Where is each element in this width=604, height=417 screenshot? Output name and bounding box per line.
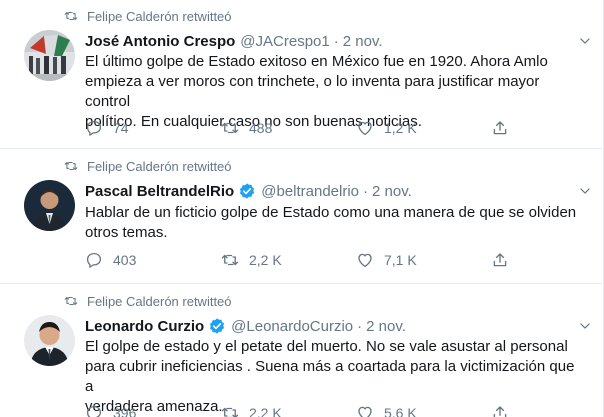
separator-dot: ·: [333, 32, 339, 50]
tweet-timestamp[interactable]: 2 nov.: [372, 183, 412, 200]
retweet-icon: [63, 9, 79, 23]
separator-dot: ·: [363, 182, 369, 200]
reply-button[interactable]: 74: [85, 118, 129, 138]
author-name[interactable]: Leonardo Curzio: [85, 318, 204, 335]
author-handle[interactable]: @LeonardoCurzio: [231, 318, 353, 335]
tweet-text-line: para cubrir ineficiencias . Suena más a …: [85, 358, 575, 395]
tweet-text: Hablar de un ficticio golpe de Estado co…: [85, 203, 585, 243]
like-count: 1,2 K: [384, 120, 417, 136]
like-icon: [356, 119, 374, 137]
reply-button[interactable]: 396: [85, 403, 136, 417]
like-button[interactable]: 5,6 K: [356, 403, 417, 417]
tweet-text-line: otros temas.: [85, 224, 168, 241]
retweet-count: 2,2 K: [249, 252, 282, 268]
verified-badge-icon: [238, 182, 256, 200]
share-button[interactable]: [491, 118, 519, 138]
share-button[interactable]: [491, 250, 519, 270]
author-name[interactable]: José Antonio Crespo: [85, 33, 235, 50]
retweeted-by-label[interactable]: Felipe Calderón retwitteó: [87, 9, 232, 24]
reply-icon: [85, 251, 103, 269]
author-name[interactable]: Pascal BeltrandelRio: [85, 183, 234, 200]
retweet-icon: [221, 251, 239, 269]
verified-badge-icon: [208, 317, 226, 335]
like-count: 5,6 K: [384, 405, 417, 417]
tweet-actions: 74 488 1,2 K: [85, 118, 515, 138]
share-icon: [491, 404, 509, 417]
retweet-button[interactable]: 488: [221, 118, 272, 138]
chevron-down-icon[interactable]: [578, 184, 592, 198]
retweet-context[interactable]: Felipe Calderón retwitteó: [63, 293, 232, 309]
chevron-down-icon[interactable]: [578, 34, 592, 48]
tweet-header: José Antonio Crespo @JACrespo1 · 2 nov.: [85, 31, 382, 51]
avatar[interactable]: [24, 30, 75, 81]
retweet-context[interactable]: Felipe Calderón retwitteó: [63, 8, 232, 24]
share-icon: [491, 119, 509, 137]
reply-count: 403: [113, 252, 137, 268]
tweet-header: Pascal BeltrandelRio @beltrandelrio · 2 …: [85, 181, 412, 201]
retweet-count: 2,2 K: [249, 405, 282, 417]
retweeted-by-label[interactable]: Felipe Calderón retwitteó: [87, 294, 232, 309]
retweet-icon: [221, 119, 239, 137]
retweet-count: 488: [249, 120, 273, 136]
reply-icon: [85, 404, 103, 417]
separator-dot: ·: [357, 317, 363, 335]
retweet-context[interactable]: Felipe Calderón retwitteó: [63, 158, 232, 174]
author-handle[interactable]: @beltrandelrio: [261, 183, 359, 200]
reply-count: 74: [113, 120, 129, 136]
tweet-timestamp[interactable]: 2 nov.: [343, 33, 383, 50]
tweet-header: Leonardo Curzio @LeonardoCurzio · 2 nov.: [85, 316, 406, 336]
retweeted-by-label[interactable]: Felipe Calderón retwitteó: [87, 159, 232, 174]
avatar[interactable]: [24, 180, 75, 231]
retweet-button[interactable]: 2,2 K: [221, 403, 282, 417]
tweet-3[interactable]: Felipe Calderón retwitteó Leonardo Curzi…: [0, 285, 604, 417]
tweet-actions: 403 2,2 K 7,1 K: [85, 250, 515, 270]
tweet-text-line: Hablar de un ficticio golpe de Estado co…: [85, 204, 577, 221]
tweet-text-line: empieza a ver moros con trinchete, o lo …: [85, 73, 540, 110]
avatar[interactable]: [24, 315, 75, 366]
share-icon: [491, 251, 509, 269]
share-button[interactable]: [491, 403, 519, 417]
tweet-actions: 396 2,2 K 5,6 K: [85, 403, 515, 417]
tweet-text-line: El golpe de estado y el petate del muert…: [85, 338, 568, 355]
reply-count: 396: [113, 405, 137, 417]
like-icon: [356, 251, 374, 269]
chevron-down-icon[interactable]: [578, 319, 592, 333]
like-icon: [356, 404, 374, 417]
tweet-timestamp[interactable]: 2 nov.: [366, 318, 406, 335]
like-button[interactable]: 1,2 K: [356, 118, 417, 138]
author-handle[interactable]: @JACrespo1: [240, 33, 329, 50]
reply-button[interactable]: 403: [85, 250, 136, 270]
tweet-2[interactable]: Felipe Calderón retwitteó Pascal Beltran…: [0, 150, 603, 284]
retweet-icon: [221, 404, 239, 417]
reply-icon: [85, 119, 103, 137]
like-count: 7,1 K: [384, 252, 417, 268]
retweet-icon: [63, 294, 79, 308]
retweet-icon: [63, 159, 79, 173]
like-button[interactable]: 7,1 K: [356, 250, 417, 270]
retweet-button[interactable]: 2,2 K: [221, 250, 282, 270]
timeline-feed: Felipe Calderón retwitteó José Antonio C…: [0, 0, 604, 417]
tweet-text-line: El último golpe de Estado exitoso en Méx…: [85, 53, 548, 70]
tweet-1[interactable]: Felipe Calderón retwitteó José Antonio C…: [0, 0, 603, 149]
